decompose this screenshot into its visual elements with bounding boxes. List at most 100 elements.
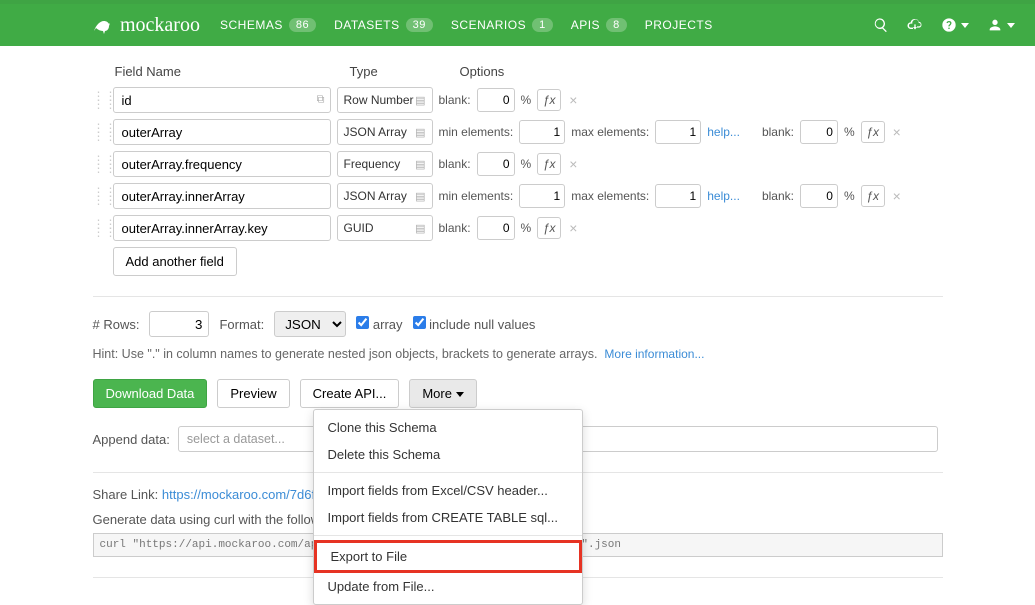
- max-el-input[interactable]: [655, 120, 701, 144]
- array-checkbox-label[interactable]: array: [356, 316, 402, 332]
- create-api-button[interactable]: Create API...: [300, 379, 400, 408]
- search-icon[interactable]: [873, 17, 889, 33]
- min-el-input[interactable]: [519, 120, 565, 144]
- field-options: blank: % ƒx ×: [439, 88, 580, 112]
- field-options: blank: % ƒx ×: [439, 152, 580, 176]
- percent-label: %: [521, 221, 532, 235]
- dropdown-clone[interactable]: Clone this Schema: [314, 414, 582, 441]
- user-menu[interactable]: [987, 17, 1015, 33]
- rows-format-line: # Rows: Format: JSON array include null …: [93, 311, 943, 337]
- format-select[interactable]: JSON: [274, 311, 346, 337]
- help-menu[interactable]: [941, 17, 969, 33]
- dropdown-divider: [314, 472, 582, 473]
- fx-button[interactable]: ƒx: [537, 153, 561, 175]
- fx-button[interactable]: ƒx: [861, 185, 885, 207]
- folder-icon: ▤: [415, 222, 425, 235]
- max-el-label: max elements:: [571, 189, 649, 203]
- min-el-input[interactable]: [519, 184, 565, 208]
- download-button[interactable]: Download Data: [93, 379, 208, 408]
- brand-text: mockaroo: [120, 14, 200, 37]
- preview-button[interactable]: Preview: [217, 379, 289, 408]
- drag-handle-icon[interactable]: ⋮⋮⋮⋮: [93, 220, 107, 236]
- help-link[interactable]: help...: [707, 125, 740, 139]
- percent-label: %: [521, 157, 532, 171]
- share-label: Share Link:: [93, 487, 159, 502]
- blank-label: blank:: [439, 157, 471, 171]
- kangaroo-icon: [90, 13, 114, 37]
- blank-input[interactable]: [477, 88, 515, 112]
- action-buttons: Download Data Preview Create API... More…: [93, 379, 943, 408]
- remove-field-icon[interactable]: ×: [891, 124, 903, 140]
- field-name-input[interactable]: [113, 87, 331, 113]
- field-name-input[interactable]: [113, 183, 331, 209]
- format-label: Format:: [219, 317, 264, 332]
- remove-field-icon[interactable]: ×: [891, 188, 903, 204]
- drag-handle-icon[interactable]: ⋮⋮⋮⋮: [93, 124, 107, 140]
- percent-label: %: [844, 189, 855, 203]
- main-content: Field Name Type Options ⋮⋮⋮⋮ ⧉ Row Numbe…: [93, 46, 943, 604]
- dropdown-update[interactable]: Update from File...: [314, 573, 582, 600]
- max-el-label: max elements:: [571, 125, 649, 139]
- type-select[interactable]: JSON Array ▤: [337, 119, 433, 145]
- dropdown-divider: [314, 535, 582, 536]
- folder-icon: ▤: [415, 190, 425, 203]
- cloud-download-icon[interactable]: [907, 17, 923, 33]
- brand-logo[interactable]: mockaroo: [90, 13, 200, 37]
- null-checkbox[interactable]: [413, 316, 426, 329]
- fx-button[interactable]: ƒx: [537, 89, 561, 111]
- remove-field-icon[interactable]: ×: [567, 156, 579, 172]
- remove-field-icon[interactable]: ×: [567, 92, 579, 108]
- field-name-input[interactable]: [113, 215, 331, 241]
- navbar: mockaroo SCHEMAS86 DATASETS39 SCENARIOS1…: [0, 4, 1035, 46]
- percent-label: %: [844, 125, 855, 139]
- blank-input[interactable]: [477, 152, 515, 176]
- drag-handle-icon[interactable]: ⋮⋮⋮⋮: [93, 188, 107, 204]
- drag-handle-icon[interactable]: ⋮⋮⋮⋮: [93, 156, 107, 172]
- divider: [93, 296, 943, 297]
- array-checkbox[interactable]: [356, 316, 369, 329]
- type-select[interactable]: JSON Array ▤: [337, 183, 433, 209]
- fx-button[interactable]: ƒx: [537, 217, 561, 239]
- nav-apis[interactable]: APIS8: [571, 18, 627, 32]
- field-row: ⋮⋮⋮⋮ Frequency ▤ blank: % ƒx ×: [93, 151, 943, 177]
- folder-icon: ▤: [415, 158, 425, 171]
- dropdown-export[interactable]: Export to File: [314, 540, 582, 573]
- hash-icon: ⧉: [317, 94, 325, 107]
- percent-label: %: [521, 93, 532, 107]
- dropdown-import-sql[interactable]: Import fields from CREATE TABLE sql...: [314, 504, 582, 531]
- nav-schemas[interactable]: SCHEMAS86: [220, 18, 316, 32]
- dropdown-delete[interactable]: Delete this Schema: [314, 441, 582, 468]
- hint-more-link[interactable]: More information...: [604, 347, 704, 361]
- field-name-input[interactable]: [113, 119, 331, 145]
- blank-label: blank:: [439, 221, 471, 235]
- column-headers: Field Name Type Options: [93, 58, 943, 87]
- header-field-name: Field Name: [115, 64, 350, 79]
- null-checkbox-label[interactable]: include null values: [413, 316, 536, 332]
- help-link[interactable]: help...: [707, 189, 740, 203]
- type-select[interactable]: GUID ▤: [337, 215, 433, 241]
- drag-handle-icon[interactable]: ⋮⋮⋮⋮: [93, 92, 107, 108]
- fx-button[interactable]: ƒx: [861, 121, 885, 143]
- rows-input[interactable]: [149, 311, 209, 337]
- nav-projects[interactable]: PROJECTS: [645, 18, 713, 32]
- max-el-input[interactable]: [655, 184, 701, 208]
- nav-right: [873, 17, 1015, 33]
- remove-field-icon[interactable]: ×: [567, 220, 579, 236]
- blank-input[interactable]: [477, 216, 515, 240]
- blank-input[interactable]: [800, 120, 838, 144]
- rows-label: # Rows:: [93, 317, 140, 332]
- blank-input[interactable]: [800, 184, 838, 208]
- nav-scenarios[interactable]: SCENARIOS1: [451, 18, 553, 32]
- dropdown-import-excel[interactable]: Import fields from Excel/CSV header...: [314, 477, 582, 504]
- field-row: ⋮⋮⋮⋮ JSON Array ▤ min elements: max elem…: [93, 119, 943, 145]
- field-name-input[interactable]: [113, 151, 331, 177]
- folder-icon: ▤: [415, 126, 425, 139]
- nav-datasets[interactable]: DATASETS39: [334, 18, 433, 32]
- type-select[interactable]: Row Number ▤: [337, 87, 433, 113]
- more-button[interactable]: More: [409, 379, 477, 408]
- blank-label: blank:: [762, 125, 794, 139]
- type-select[interactable]: Frequency ▤: [337, 151, 433, 177]
- min-el-label: min elements:: [439, 189, 514, 203]
- field-row: ⋮⋮⋮⋮ ⧉ Row Number ▤ blank: % ƒx ×: [93, 87, 943, 113]
- add-field-button[interactable]: Add another field: [113, 247, 237, 276]
